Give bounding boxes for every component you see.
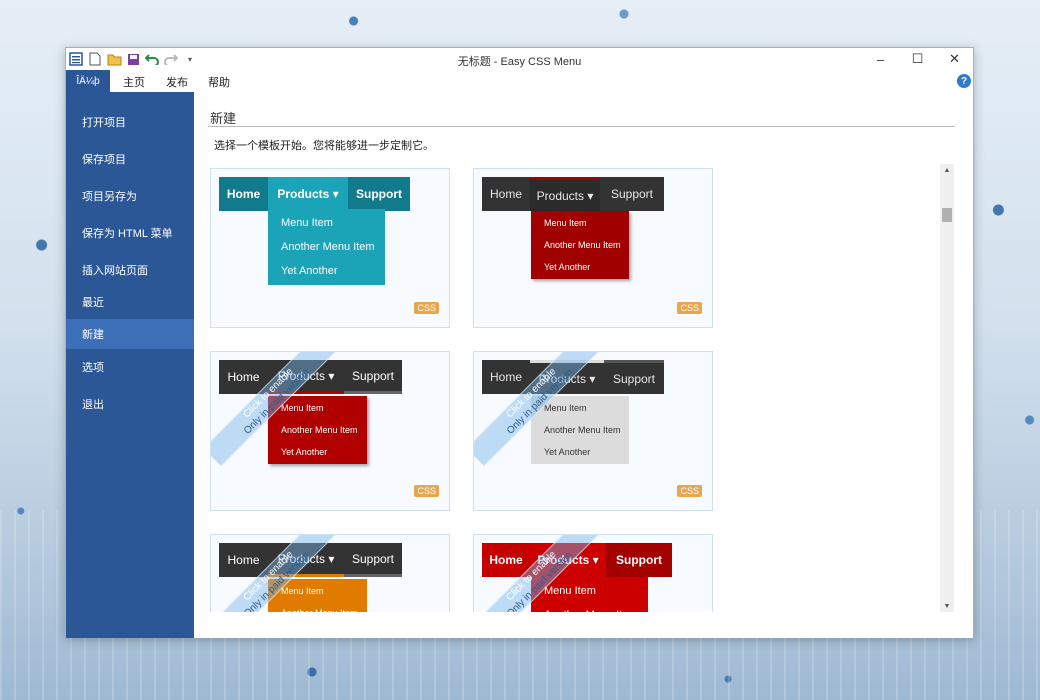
maximize-button[interactable]: ☐ — [899, 48, 936, 70]
template-card[interactable]: Home Products ▾ Support Menu Item Anothe… — [473, 351, 713, 511]
template-card[interactable]: Home Products ▾ Support Menu Item Anothe… — [210, 534, 450, 612]
dropdown-item: Menu Item — [544, 218, 587, 228]
dropdown-item: Yet Another — [281, 447, 328, 457]
sidebar-item-exit[interactable]: 退出 — [66, 389, 194, 419]
menu-preview-products: Products ▾ — [530, 177, 600, 211]
css-badge: CSS — [677, 485, 702, 497]
menu-preview-support: Support — [606, 543, 672, 577]
menu-preview-support: Support — [344, 360, 402, 394]
dropdown-item: Another Menu Item — [531, 603, 648, 612]
scroll-thumb[interactable] — [942, 208, 952, 222]
page-subtitle: 选择一个模板开始。您将能够进一步定制它。 — [214, 140, 434, 152]
sidebar-item-new[interactable]: 新建 — [66, 319, 194, 349]
template-card[interactable]: Home Products ▾ Support Menu Item Anothe… — [473, 168, 713, 328]
dropdown-item: Menu Item — [281, 217, 333, 229]
dropdown-item: Another Menu Item — [281, 425, 358, 435]
menu-preview: Home Products ▾ Support — [219, 177, 410, 211]
tab-publish[interactable]: 发布 — [166, 74, 188, 90]
dropdown-preview: Menu Item Another Menu Item Yet Another — [268, 396, 367, 464]
menu-preview-home: Home — [482, 177, 530, 211]
css-badge: CSS — [677, 302, 702, 314]
close-button[interactable]: ✕ — [936, 48, 973, 70]
sidebar-item-save-html[interactable]: 保存为 HTML 菜单 — [66, 218, 194, 248]
menu-preview: Home Products ▾ Support — [482, 177, 664, 211]
menu-preview-products: Products ▾ — [268, 177, 348, 211]
menu-preview-support: Support — [348, 177, 410, 211]
gallery-scrollbar[interactable]: ▲ ▼ — [940, 164, 954, 612]
template-gallery: Home Products ▾ Support Menu Item Anothe… — [208, 164, 954, 612]
menu-preview-support: Support — [600, 177, 664, 211]
menu-preview-support: Support — [344, 543, 402, 577]
sidebar-item-insert-page[interactable]: 插入网站页面 — [66, 255, 194, 285]
sidebar-item-open-project[interactable]: 打开项目 — [66, 107, 194, 137]
heading-divider — [208, 126, 955, 127]
menu-preview-home: Home — [219, 177, 268, 211]
menu-preview-support: Support — [604, 360, 664, 394]
dropdown-item: Yet Another — [544, 262, 591, 272]
tab-help[interactable]: 帮助 — [208, 74, 230, 90]
scroll-down-arrow-icon[interactable]: ▼ — [940, 600, 954, 612]
dropdown-preview: Menu Item Another Menu Item Yet Another — [268, 209, 385, 285]
dropdown-item: Yet Another — [281, 265, 338, 277]
tab-file[interactable]: ÎÄ¼þ — [66, 70, 110, 92]
sidebar-item-save-project[interactable]: 保存项目 — [66, 144, 194, 174]
tab-home[interactable]: 主页 — [123, 74, 145, 90]
dropdown-item: Yet Another — [544, 447, 591, 457]
minimize-button[interactable]: – — [862, 48, 899, 70]
window-title: 无标题 - Easy CSS Menu — [457, 56, 582, 68]
dropdown-item: Another Menu Item — [268, 602, 367, 612]
ribbon-tabs: ÎÄ¼þ 主页 发布 帮助 ? — [66, 70, 973, 92]
main-content: 新建 选择一个模板开始。您将能够进一步定制它。 Home Products ▾ … — [194, 92, 973, 638]
template-card[interactable]: Home Products ▾ Support Menu Item Anothe… — [210, 168, 450, 328]
page-title: 新建 — [210, 111, 237, 126]
sidebar-item-recent[interactable]: 最近 — [66, 287, 194, 317]
scroll-up-arrow-icon[interactable]: ▲ — [940, 164, 954, 176]
dropdown-item: Another Menu Item — [544, 425, 621, 435]
dropdown-preview: Menu Item Another Menu Item Yet Another — [531, 396, 629, 464]
window-controls: – ☐ ✕ — [862, 48, 973, 70]
dropdown-item: Another Menu Item — [544, 240, 621, 250]
title-bar: ▾ 无标题 - Easy CSS Menu – ☐ ✕ — [66, 48, 973, 70]
menu-preview-home: Home — [482, 360, 530, 394]
backstage-sidebar: 打开项目 保存项目 项目另存为 保存为 HTML 菜单 插入网站页面 最近 新建… — [66, 92, 194, 638]
sidebar-item-save-as[interactable]: 项目另存为 — [66, 181, 194, 211]
css-badge: CSS — [414, 302, 439, 314]
menu-preview-home: Home — [482, 543, 530, 577]
dropdown-item: Another Menu Item — [281, 241, 375, 253]
template-card[interactable]: Home Products ▾ Support Menu Item Anothe… — [473, 534, 713, 612]
help-icon[interactable]: ? — [957, 74, 971, 88]
sidebar-item-options[interactable]: 选项 — [66, 352, 194, 382]
css-badge: CSS — [414, 485, 439, 497]
app-window: ▾ 无标题 - Easy CSS Menu – ☐ ✕ ÎÄ¼þ 主页 发布 帮… — [65, 47, 974, 638]
template-card[interactable]: Home Products ▾ Support Menu Item Anothe… — [210, 351, 450, 511]
dropdown-preview: Menu Item Another Menu Item Yet Another — [531, 211, 629, 279]
